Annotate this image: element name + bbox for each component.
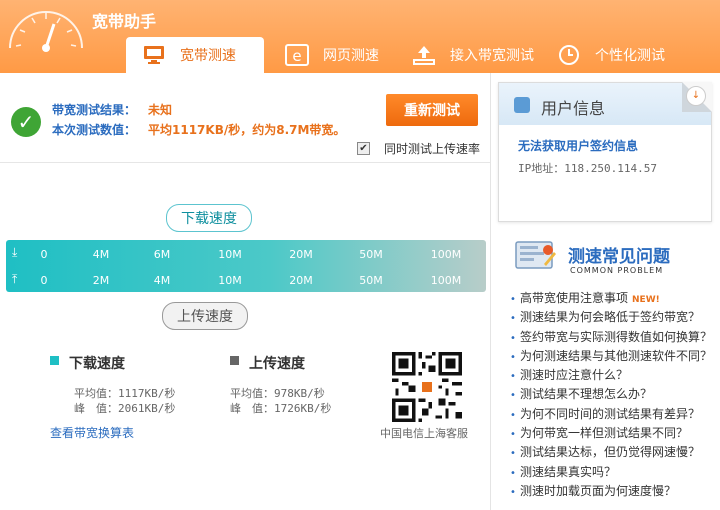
tab-label: 个性化测试 (595, 48, 665, 64)
ip-address: IP地址：118.250.114.57 (518, 162, 657, 175)
upload-legend-swatch (230, 356, 239, 365)
qr-caption: 中国电信上海客服 (380, 427, 468, 440)
download-legend-swatch (50, 356, 59, 365)
upload-speed-pill: 上传速度 (162, 302, 248, 330)
scale-tick: 100M (430, 248, 462, 261)
speedometer-icon (9, 11, 83, 52)
test-value: 平均1117KB/秒，约为8.7M带宽。 (148, 123, 346, 137)
scale-tick: 100M (430, 274, 462, 287)
upload-scale: 0 2M 4M 10M 20M 50M 100M (6, 272, 486, 292)
user-info-header: 用户信息 (499, 83, 711, 125)
scale-tick: 20M (289, 248, 313, 261)
scale-tick: 2M (92, 274, 110, 287)
bandwidth-conversion-link[interactable]: 查看带宽换算表 (50, 424, 134, 441)
upload-stat-title: 上传速度 (249, 356, 305, 372)
faq-title: 测速常见问题 (568, 247, 670, 267)
faq-item[interactable]: • 为何带宽一样但测试结果不同？ (510, 424, 720, 443)
scale-tick: 50M (359, 274, 383, 287)
scale-tick: 0 (40, 248, 48, 261)
download-speed-pill: 下载速度 (166, 204, 252, 232)
download-arrow-icon[interactable]: ↓ (686, 86, 706, 106)
download-stat-title: 下载速度 (69, 356, 125, 372)
tab-personalized-test[interactable]: 个性化测试 (557, 37, 665, 73)
retest-button[interactable]: 重新测试 (386, 94, 478, 126)
user-info-icon (514, 97, 530, 113)
faq-item[interactable]: • 测试结果达标，但仍觉得网速慢？ (510, 443, 720, 462)
user-contract-status: 无法获取用户签约信息 (518, 139, 639, 153)
faq-item[interactable]: • 测速时应注意什么？ (510, 366, 720, 385)
upload-checkbox[interactable]: ✔ (357, 142, 370, 155)
faq-item[interactable]: • 测速结果为何会略低于签约带宽？ (510, 308, 720, 327)
download-avg: 平均值：1117KB/秒 (74, 387, 176, 400)
upload-peak: 峰 值：1726KB/秒 (230, 402, 332, 415)
header-bar: 宽带助手 宽带测速 e 网页测速 接入带宽测试 个性化测试 (0, 0, 720, 73)
test-value-label: 本次测试数值： (52, 123, 137, 137)
check-icon: ✓ (11, 107, 41, 137)
svg-text:e: e (292, 47, 301, 65)
download-peak: 峰 值：2061KB/秒 (74, 402, 176, 415)
divider (0, 162, 490, 163)
faq-list: • 高带宽使用注意事项 NEW! • 测速结果为何会略低于签约带宽？ • 签约带宽与实际… (510, 289, 720, 501)
speed-meter-bar: ⤓ ⤒ 0 4M 6M 10M 20M 50M 100M 0 2M 4M 10M… (6, 240, 486, 292)
result-value: 未知 (148, 103, 173, 117)
scale-tick: 50M (359, 248, 383, 261)
faq-item[interactable]: • 测试结果不理想怎么办？ (510, 385, 720, 404)
result-label: 带宽测试结果： (52, 103, 137, 117)
faq-subtitle: COMMON PROBLEM (570, 266, 664, 275)
new-badge: NEW! (632, 295, 660, 305)
tab-webpage-test[interactable]: e 网页测速 (285, 37, 379, 73)
tab-bandwidth-test[interactable]: 宽带测速 (126, 37, 264, 73)
faq-board-icon (515, 241, 556, 269)
user-info-title: 用户信息 (541, 99, 606, 118)
upload-checkbox-label: 同时测试上传速率 (384, 142, 481, 156)
tab-label: 接入带宽测试 (450, 48, 534, 64)
tab-label: 宽带测速 (180, 48, 236, 64)
browser-icon: e (285, 43, 309, 67)
app-title: 宽带助手 (92, 12, 157, 31)
scale-tick: 4M (153, 274, 171, 287)
scale-tick: 10M (218, 248, 242, 261)
qr-code (392, 352, 462, 422)
tab-label: 网页测速 (323, 48, 379, 64)
tab-access-bandwidth-test[interactable]: 接入带宽测试 (412, 37, 534, 73)
faq-item[interactable]: • 高带宽使用注意事项 NEW! (510, 289, 720, 308)
faq-item[interactable]: • 测速时加载页面为何速度慢？ (510, 482, 720, 501)
upload-tray-icon (412, 43, 436, 67)
upload-avg: 平均值：978KB/秒 (230, 387, 325, 400)
scale-tick: 4M (92, 248, 110, 261)
clock-icon (557, 43, 581, 67)
faq-item[interactable]: • 为何测速结果与其他测速软件不同？ (510, 347, 720, 366)
scale-tick: 6M (153, 248, 171, 261)
scale-tick: 0 (40, 274, 48, 287)
download-scale: 0 4M 6M 10M 20M 50M 100M (6, 246, 486, 266)
faq-item[interactable]: • 为何不同时间的测试结果有差异？ (510, 405, 720, 424)
faq-item[interactable]: • 签约带宽与实际测得数值如何换算？ (510, 328, 720, 347)
monitor-icon (142, 43, 166, 67)
scale-tick: 20M (289, 274, 313, 287)
faq-item[interactable]: • 测速结果真实吗？ (510, 463, 720, 482)
scale-tick: 10M (218, 274, 242, 287)
